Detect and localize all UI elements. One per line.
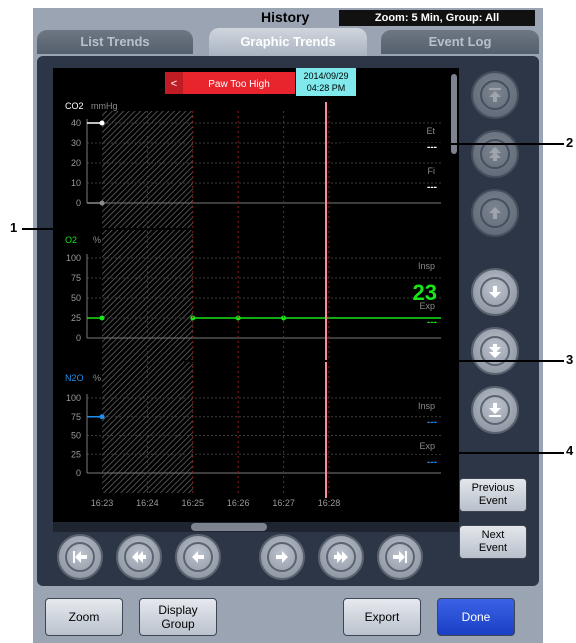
go-to-end-button[interactable]	[377, 534, 423, 580]
trend-chart[interactable]: CO2 mmHg 40 30 20 10 0 Et --- Fi --- O2% 100 75 50 25 0 I…	[53, 68, 459, 528]
next-event-button[interactable]: Next Event	[459, 525, 527, 559]
page-bottom-icon	[480, 395, 510, 425]
page-top-icon	[480, 80, 510, 110]
back-button[interactable]	[175, 534, 221, 580]
y-tick-label: 75	[71, 412, 81, 422]
y-tick-label: 40	[71, 118, 81, 128]
data-point	[99, 315, 105, 321]
down-icon	[480, 277, 510, 307]
device-frame: History Zoom: 5 Min, Group: All List Tre…	[33, 8, 543, 643]
data-point	[99, 414, 105, 420]
back-icon	[183, 542, 213, 572]
title-bar: History Zoom: 5 Min, Group: All	[33, 8, 543, 28]
x-tick-label: 16:27	[272, 498, 295, 508]
x-tick-label: 16:25	[182, 498, 205, 508]
readout-label: Exp	[419, 301, 435, 311]
callout-4: 4	[566, 443, 574, 458]
scroll-down-button[interactable]	[471, 268, 519, 316]
display-group-button[interactable]: Display Group	[139, 598, 217, 636]
scroll-top-button[interactable]	[471, 71, 519, 119]
tab-list-trends[interactable]: List Trends	[37, 30, 193, 54]
y-tick-label: 10	[71, 178, 81, 188]
graph-unit-0: mmHg	[91, 101, 118, 111]
fast-forward-button[interactable]	[318, 534, 364, 580]
callout-4-line	[412, 452, 564, 454]
zoom-button[interactable]: Zoom	[45, 598, 123, 636]
vertical-scrollbar[interactable]	[451, 74, 457, 154]
readout-label: Et	[426, 126, 435, 136]
last-icon	[385, 542, 415, 572]
y-tick-label: 0	[76, 333, 81, 343]
y-tick-label: 20	[71, 158, 81, 168]
callout-2: 2	[566, 135, 574, 150]
up-icon	[480, 198, 510, 228]
forward-icon	[267, 542, 297, 572]
y-tick-label: 0	[76, 468, 81, 478]
main-panel: CO2 mmHg 40 30 20 10 0 Et --- Fi --- O2% 100 75 50 25 0 I…	[37, 56, 539, 586]
y-tick-label: 25	[71, 313, 81, 323]
fast-forward-icon	[326, 542, 356, 572]
readout-label: Insp	[418, 401, 435, 411]
go-to-start-button[interactable]	[57, 534, 103, 580]
readout-value: ---	[427, 417, 437, 428]
readout-value: ---	[427, 182, 437, 193]
trend-chart-svg: CO2 mmHg403020100Et---Fi---O2 %1007550250I…	[65, 68, 441, 508]
fast-back-button[interactable]	[116, 534, 162, 580]
y-tick-label: 75	[71, 273, 81, 283]
callout-3: 3	[566, 352, 574, 367]
graph-name-2: N2O	[65, 373, 84, 383]
x-tick-label: 16:28	[318, 498, 341, 508]
forward-button[interactable]	[259, 534, 305, 580]
callout-1: 1	[10, 220, 18, 235]
y-tick-label: 50	[71, 431, 81, 441]
export-button[interactable]: Export	[343, 598, 421, 636]
page-up-button[interactable]	[471, 130, 519, 178]
y-tick-label: 0	[76, 198, 81, 208]
y-tick-label: 30	[71, 138, 81, 148]
event-prev-arrow: <	[171, 78, 177, 90]
x-tick-label: 16:23	[91, 498, 114, 508]
tab-graphic-trends[interactable]: Graphic Trends	[209, 28, 367, 56]
graph-name-0: CO2	[65, 101, 84, 111]
graph-name-1: O2	[65, 235, 77, 245]
event-label: Paw Too High	[208, 79, 270, 90]
callout-1-line	[22, 228, 302, 230]
data-point	[99, 200, 105, 206]
x-tick-label: 16:26	[227, 498, 250, 508]
readout-label: Fi	[428, 166, 436, 176]
graph-unit-2: %	[93, 373, 101, 383]
x-tick-label: 16:24	[136, 498, 159, 508]
callout-2-line	[340, 143, 564, 145]
scroll-up-button[interactable]	[471, 189, 519, 237]
readout-label: Exp	[419, 441, 435, 451]
cursor-time: 04:28 PM	[307, 83, 346, 93]
y-tick-label: 25	[71, 449, 81, 459]
tab-event-log[interactable]: Event Log	[381, 30, 539, 54]
window-title: History	[261, 9, 310, 25]
scroll-bottom-button[interactable]	[471, 386, 519, 434]
graph-unit-1: %	[93, 235, 101, 245]
page-down-button[interactable]	[471, 327, 519, 375]
done-button[interactable]: Done	[437, 598, 515, 636]
fast-back-icon	[124, 542, 154, 572]
previous-event-button[interactable]: Previous Event	[459, 478, 527, 512]
horizontal-scrollbar[interactable]	[191, 523, 267, 531]
callout-3-line	[184, 360, 564, 362]
readout-label: Insp	[418, 261, 435, 271]
zoom-info: Zoom: 5 Min, Group: All	[339, 10, 535, 26]
y-tick-label: 50	[71, 293, 81, 303]
data-point	[99, 120, 105, 126]
readout-value: ---	[427, 457, 437, 468]
cursor-date: 2014/09/29	[303, 71, 348, 81]
y-tick-label: 100	[66, 253, 81, 263]
first-icon	[65, 542, 95, 572]
y-tick-label: 100	[66, 393, 81, 403]
